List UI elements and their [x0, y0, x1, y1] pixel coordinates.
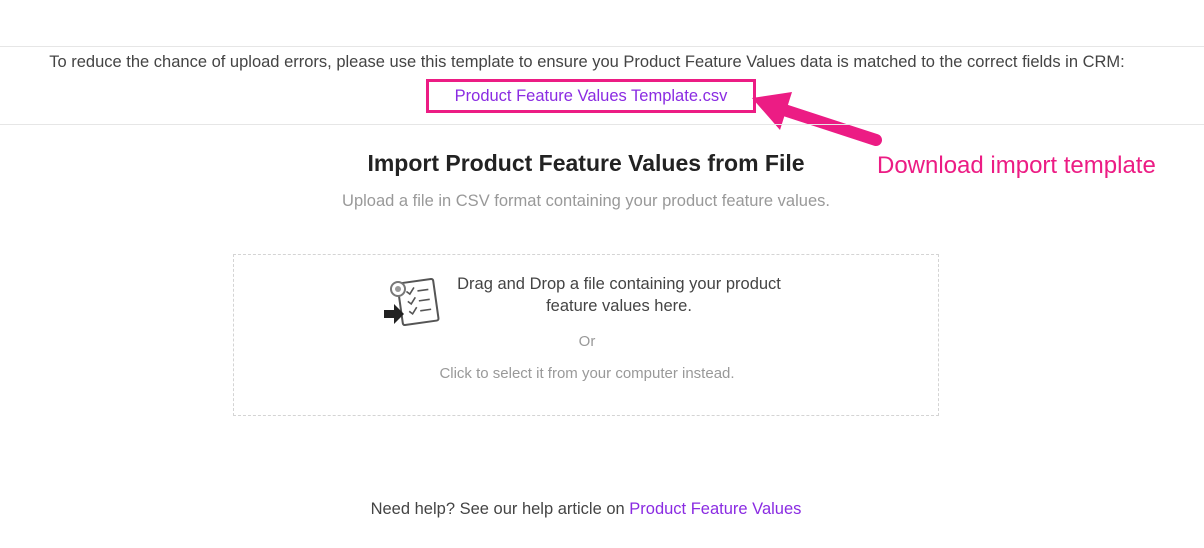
page-subtitle: Upload a file in CSV format containing y… — [342, 192, 830, 210]
dropzone-line-2: feature values here. — [546, 297, 692, 315]
help-text: Need help? See our help article on Produ… — [0, 500, 1172, 519]
help-prefix: Need help? See our help article on — [370, 500, 630, 518]
dropzone-or: Or — [578, 333, 596, 350]
template-highlight-box: Product Feature Values Template.csv — [426, 79, 756, 113]
top-divider — [0, 46, 1204, 47]
file-dropzone[interactable]: Drag and Drop a file containing your pro… — [233, 254, 939, 416]
dropzone-line-1: Drag and Drop a file containing your pro… — [457, 275, 781, 293]
dropzone-instructions: Drag and Drop a file containing your pro… — [444, 273, 794, 317]
file-import-icon — [384, 277, 440, 327]
page-title: Import Product Feature Values from File — [367, 150, 805, 176]
template-download-link[interactable]: Product Feature Values Template.csv — [455, 87, 728, 106]
template-notice: To reduce the chance of upload errors, p… — [49, 53, 1125, 71]
help-article-link[interactable]: Product Feature Values — [629, 500, 801, 518]
mid-divider — [0, 124, 1204, 125]
import-page: To reduce the chance of upload errors, p… — [0, 0, 1204, 548]
callout-arrow-icon — [752, 92, 882, 146]
dropzone-click-hint[interactable]: Click to select it from your computer in… — [201, 365, 973, 382]
